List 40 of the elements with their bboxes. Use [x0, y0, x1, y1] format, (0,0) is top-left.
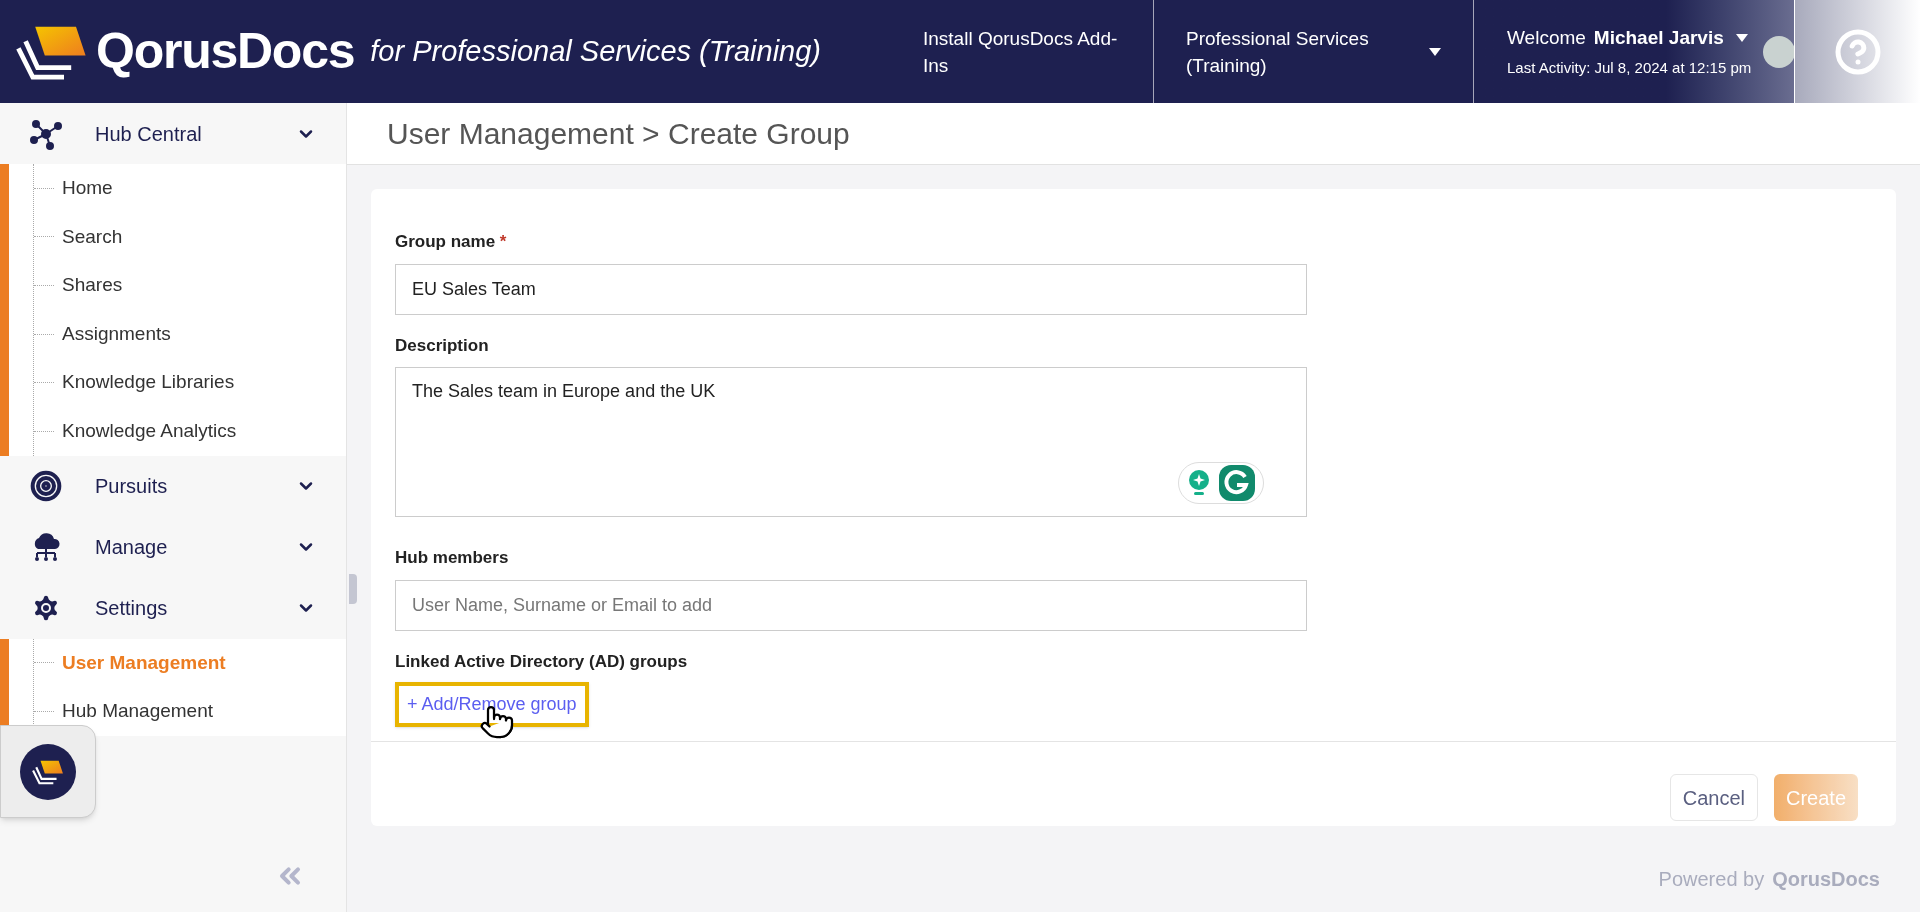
- writing-assistant-widget[interactable]: [1178, 462, 1264, 504]
- sidebar-section[interactable]: Manage: [0, 516, 346, 578]
- app-launcher-tab[interactable]: [0, 725, 96, 818]
- description-text: The Sales team in Europe and the UK: [412, 381, 716, 401]
- sidebar-section[interactable]: Settings: [0, 577, 346, 639]
- hub-members-input[interactable]: User Name, Surname or Email to add: [395, 579, 1307, 631]
- network-icon: [30, 117, 62, 150]
- g-logo-icon: [1219, 465, 1255, 501]
- description-textarea[interactable]: The Sales team in Europe and the UK: [395, 367, 1307, 517]
- brand-subtitle: for Professional Services (Training): [370, 33, 821, 69]
- field-label: Description: [395, 334, 490, 357]
- group-name-input[interactable]: EU Sales Team: [395, 263, 1307, 315]
- caret-icon: [1735, 34, 1748, 43]
- target-icon: [30, 470, 62, 503]
- sidebar-link[interactable]: Knowledge Analytics: [62, 417, 237, 446]
- sidebar-link[interactable]: Knowledge Libraries: [62, 368, 235, 397]
- last-activity-text: Last Activity: Jul 8, 2024 at 12:15 pm: [1507, 57, 1752, 78]
- sidebar-section[interactable]: Pursuits: [0, 455, 346, 517]
- sidebar-link[interactable]: Home: [62, 174, 113, 203]
- sidebar-link[interactable]: Search: [62, 222, 123, 252]
- avatar: [1763, 35, 1796, 68]
- sidebar-link[interactable]: Hub Management: [62, 697, 214, 726]
- field-label: Hub members: [395, 547, 510, 569]
- lightbulb-icon: [1187, 469, 1211, 497]
- add-remove-group-link[interactable]: + Add/Remove group: [395, 682, 589, 727]
- powered-by-text: Powered by: [1658, 867, 1765, 892]
- welcome-text: Welcome: [1507, 26, 1586, 50]
- page-title: User Management > Create Group: [387, 116, 850, 152]
- cancel-button[interactable]: Cancel: [1669, 774, 1758, 821]
- field-label: Linked Active Directory (AD) groups: [395, 650, 689, 673]
- sidebar-section[interactable]: Hub Central: [0, 103, 346, 164]
- user-menu-button[interactable]: Michael Jarvis: [1593, 24, 1748, 53]
- footer-brand: QorusDocs: [1772, 867, 1880, 892]
- brand-name: QorusDocs: [96, 22, 355, 81]
- help-icon[interactable]: [1833, 27, 1882, 76]
- toggle-handle-icon[interactable]: [349, 574, 357, 604]
- field-label: Group name *: [395, 231, 508, 253]
- sidebar-link[interactable]: Assignments: [62, 319, 171, 349]
- caret-icon: [1429, 47, 1441, 56]
- sidebar-link[interactable]: Shares: [62, 271, 123, 300]
